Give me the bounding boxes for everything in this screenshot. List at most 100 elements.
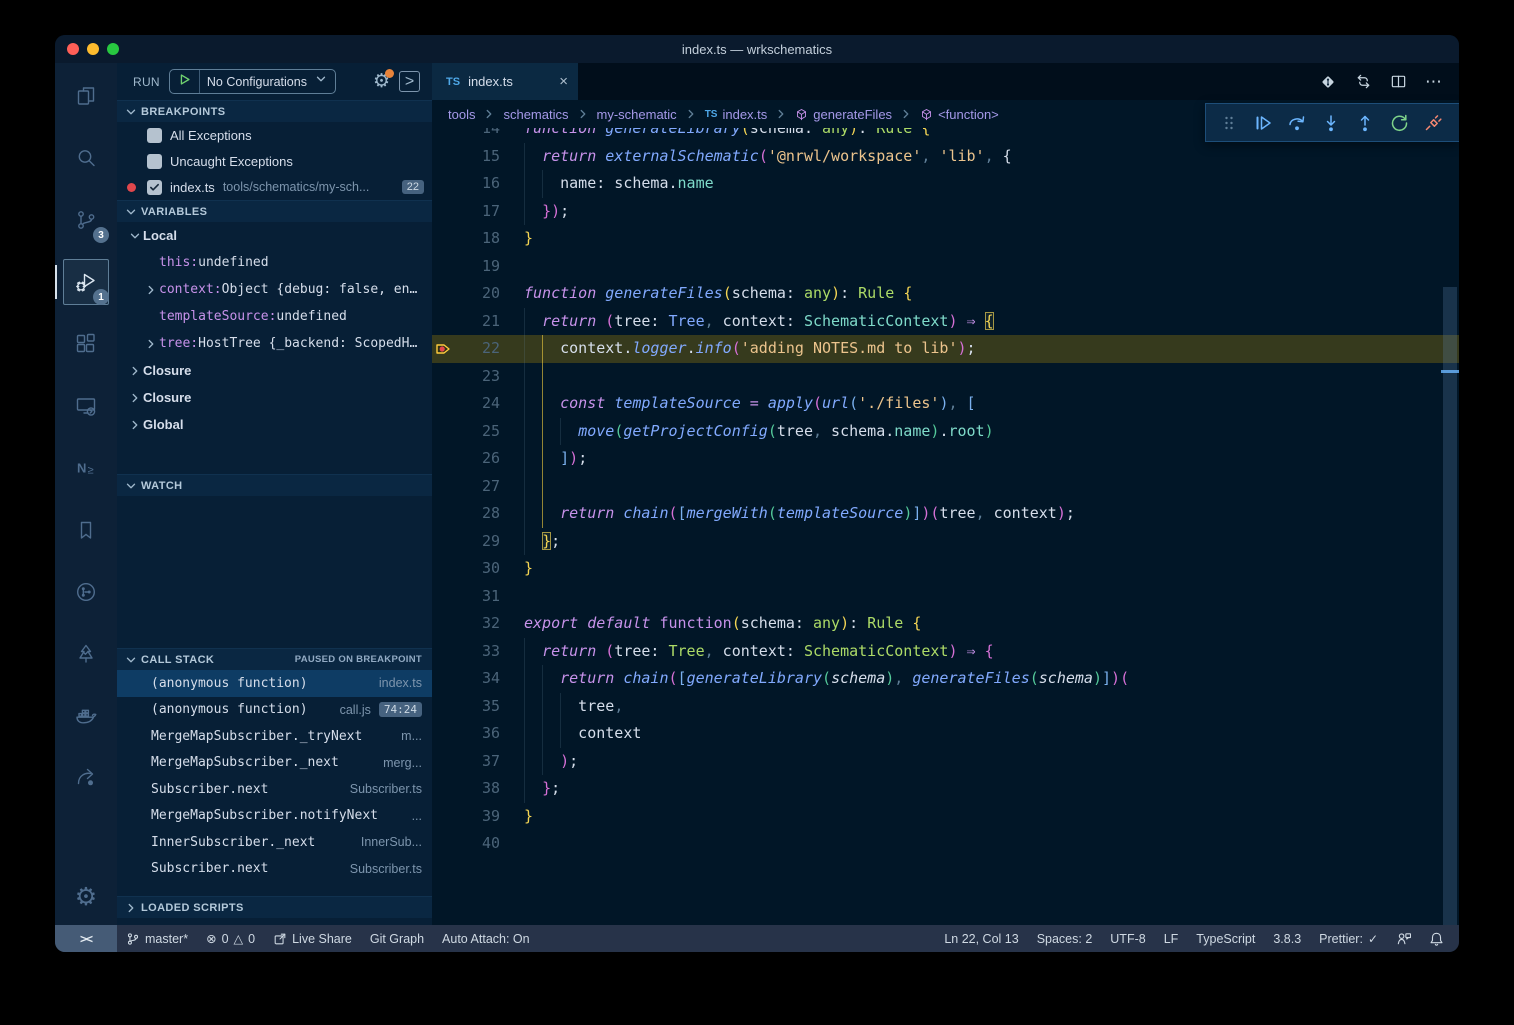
code-line[interactable]: 29 }; <box>432 528 1459 556</box>
status-branch[interactable]: master* <box>117 925 197 952</box>
activity-item-remote-explorer[interactable] <box>55 375 117 437</box>
section-header-loaded-scripts[interactable]: LOADED SCRIPTS <box>117 896 432 918</box>
call-stack-frame[interactable]: MergeMapSubscriber._tryNextm... <box>117 723 432 750</box>
activity-item-git-graph[interactable] <box>55 561 117 623</box>
activity-item-docker[interactable] <box>55 685 117 747</box>
activity-item-source-control[interactable]: 3 <box>55 189 117 251</box>
section-header-watch[interactable]: WATCH <box>117 474 432 496</box>
tab-index-ts[interactable]: TS index.ts × <box>432 63 578 100</box>
code-line[interactable]: 36 context <box>432 720 1459 748</box>
checkbox-checked[interactable] <box>147 180 162 195</box>
variables-scope-row[interactable]: Global <box>117 411 432 438</box>
debug-console-button[interactable]: > <box>399 71 420 92</box>
breakpoint-row[interactable]: All Exceptions <box>117 122 432 148</box>
code-line[interactable]: 19 <box>432 253 1459 281</box>
checkbox[interactable] <box>147 154 162 169</box>
variable-row[interactable]: templateSource: undefined <box>117 303 432 330</box>
code-line[interactable]: 22 context.logger.info('adding NOTES.md … <box>432 335 1459 363</box>
status-prettier[interactable]: Prettier:✓ <box>1310 925 1387 952</box>
breadcrumb-item-tools[interactable]: tools <box>448 107 475 122</box>
breadcrumb-item--function-[interactable]: <function> <box>920 107 999 122</box>
code-line[interactable]: 26 ]); <box>432 445 1459 473</box>
activity-item-run-debug[interactable]: 1 <box>55 251 117 313</box>
status-eol[interactable]: LF <box>1155 925 1188 952</box>
breakpoint-row[interactable]: index.tstools/schematics/my-sch...22 <box>117 174 432 200</box>
section-header-call-stack[interactable]: CALL STACK PAUSED ON BREAKPOINT <box>117 648 432 670</box>
disconnect-button[interactable] <box>1416 106 1450 140</box>
step-into-button[interactable] <box>1314 106 1348 140</box>
settings-gear-button[interactable]: ⚙ <box>55 869 117 925</box>
step-over-button[interactable] <box>1280 106 1314 140</box>
breadcrumb-item-schematics[interactable]: schematics <box>503 107 568 122</box>
code-line[interactable]: 37 ); <box>432 748 1459 776</box>
status-indentation[interactable]: Spaces: 2 <box>1028 925 1102 952</box>
titlebar[interactable]: index.ts — wrkschematics <box>55 35 1459 63</box>
call-stack-frame[interactable]: (anonymous function)call.js74:24 <box>117 697 432 724</box>
open-changes-icon[interactable] <box>1355 73 1372 90</box>
code-line[interactable]: 15 return externalSchematic('@nrwl/works… <box>432 143 1459 171</box>
split-editor-icon[interactable] <box>1390 73 1407 90</box>
debug-config-dropdown[interactable]: No Configurations <box>169 69 336 94</box>
status-language[interactable]: TypeScript <box>1187 925 1264 952</box>
code-line[interactable]: 32export default function(schema: any): … <box>432 610 1459 638</box>
activity-item-bookmarks[interactable] <box>55 499 117 561</box>
toolbar-drag-handle[interactable] <box>1212 106 1246 140</box>
code-line[interactable]: 17 }); <box>432 198 1459 226</box>
code-line[interactable]: 30} <box>432 555 1459 583</box>
gutter-breakpoint-margin[interactable] <box>432 341 454 357</box>
status-ts-version[interactable]: 3.8.3 <box>1264 925 1310 952</box>
breadcrumb-item-my-schematic[interactable]: my-schematic <box>597 107 677 122</box>
code-line[interactable]: 28 return chain([mergeWith(templateSourc… <box>432 500 1459 528</box>
close-tab-icon[interactable]: × <box>559 73 568 90</box>
status-auto-attach[interactable]: Auto Attach: On <box>433 925 539 952</box>
restart-button[interactable] <box>1382 106 1416 140</box>
scrollbar-slider[interactable] <box>1443 287 1457 925</box>
activity-item-search[interactable] <box>55 127 117 189</box>
call-stack-frame[interactable]: Subscriber.nextSubscriber.ts <box>117 776 432 803</box>
code-line[interactable]: 38 }; <box>432 775 1459 803</box>
variables-scope-row[interactable]: Local <box>117 222 432 249</box>
activity-item-explorer[interactable] <box>55 65 117 127</box>
code-line[interactable]: 33 return (tree: Tree, context: Schemati… <box>432 638 1459 666</box>
activity-item-extensions[interactable] <box>55 313 117 375</box>
code-line[interactable]: 40 <box>432 830 1459 858</box>
section-header-variables[interactable]: VARIABLES <box>117 200 432 222</box>
gitlens-icon[interactable] <box>1319 73 1337 91</box>
code-line[interactable]: 27 <box>432 473 1459 501</box>
activity-item-nx-console[interactable]: N≥ <box>55 437 117 499</box>
variable-row[interactable]: context: Object {debug: false, en… <box>117 276 432 303</box>
code-line[interactable]: 24 const templateSource = apply(url('./f… <box>432 390 1459 418</box>
variable-row[interactable]: tree: HostTree {_backend: ScopedH… <box>117 330 432 357</box>
code-line[interactable]: 16 name: schema.name <box>432 170 1459 198</box>
variable-row[interactable]: this: undefined <box>117 249 432 276</box>
code-line[interactable]: 34 return chain([generateLibrary(schema)… <box>432 665 1459 693</box>
variables-scope-row[interactable]: Closure <box>117 384 432 411</box>
code-line[interactable]: 20function generateFiles(schema: any): R… <box>432 280 1459 308</box>
breakpoint-row[interactable]: Uncaught Exceptions <box>117 148 432 174</box>
call-stack-frame[interactable]: MergeMapSubscriber.notifyNext... <box>117 803 432 830</box>
status-git-graph[interactable]: Git Graph <box>361 925 433 952</box>
section-header-breakpoints[interactable]: BREAKPOINTS <box>117 100 432 122</box>
activity-item-testing[interactable] <box>55 623 117 685</box>
start-debug-icon[interactable] <box>177 72 192 92</box>
call-stack-frame[interactable]: InnerSubscriber._nextInnerSub... <box>117 829 432 856</box>
code-line[interactable]: 18} <box>432 225 1459 253</box>
step-out-button[interactable] <box>1348 106 1382 140</box>
activity-item-project-share[interactable] <box>55 747 117 809</box>
code-line[interactable]: 23 <box>432 363 1459 391</box>
breadcrumb-item-generatefiles[interactable]: generateFiles <box>795 107 892 122</box>
variables-scope-row[interactable]: Closure <box>117 357 432 384</box>
status-encoding[interactable]: UTF-8 <box>1101 925 1154 952</box>
remote-indicator[interactable]: >< <box>55 925 117 952</box>
continue-button[interactable] <box>1246 106 1280 140</box>
call-stack-frame[interactable]: MergeMapSubscriber._nextmerg... <box>117 750 432 777</box>
breadcrumb-item-index-ts[interactable]: TSindex.ts <box>705 107 768 122</box>
status-live-share[interactable]: Live Share <box>264 925 361 952</box>
status-problems[interactable]: ⊗0△0 <box>197 925 264 952</box>
configure-gear-button[interactable]: ⚙ <box>373 72 390 91</box>
status-cursor-position[interactable]: Ln 22, Col 13 <box>935 925 1027 952</box>
code-editor[interactable]: 14function generateLibrary(schema: any):… <box>432 128 1459 925</box>
more-actions-icon[interactable]: ⋯ <box>1425 72 1443 92</box>
checkbox[interactable] <box>147 128 162 143</box>
code-line[interactable]: 31 <box>432 583 1459 611</box>
